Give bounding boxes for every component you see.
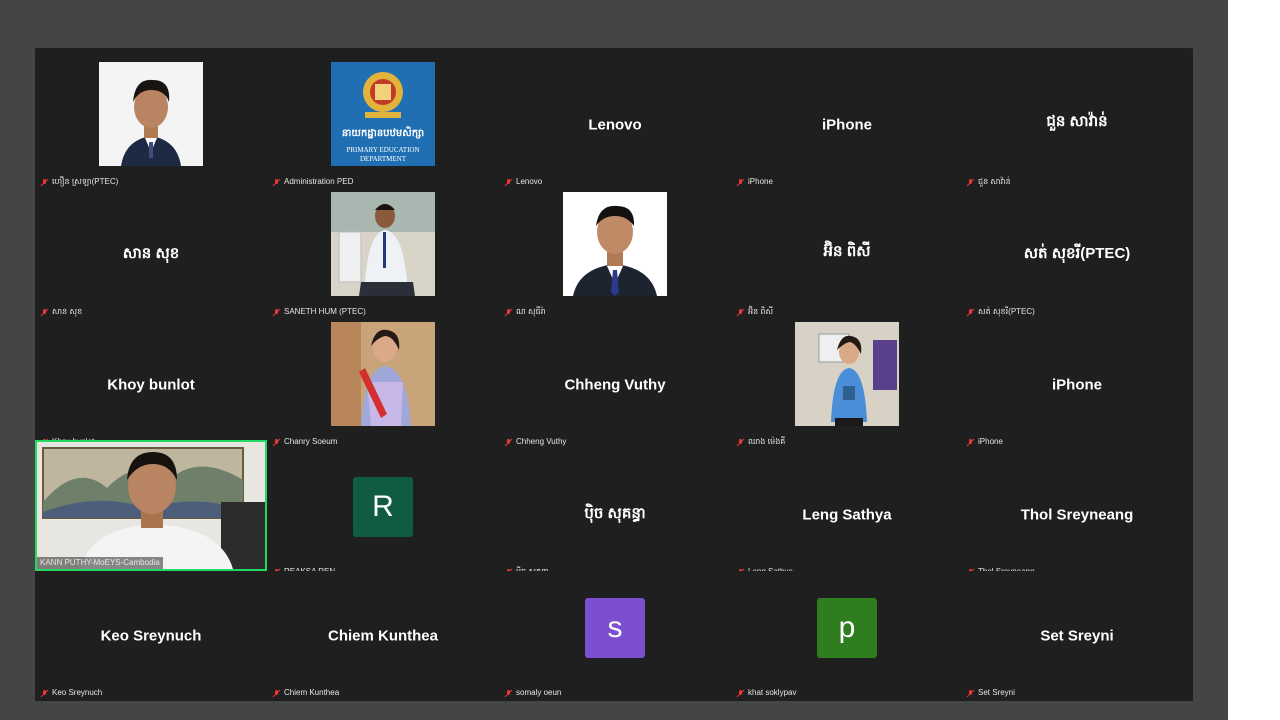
participant-tile[interactable]: Set Sreyni Set Sreyni [961, 571, 1193, 701]
participant-display-name: Set Sreyni [1040, 627, 1114, 645]
muted-microphone-icon [272, 689, 281, 698]
muted-microphone-icon [736, 308, 745, 317]
muted-microphone-icon [40, 308, 49, 317]
participant-tile[interactable]: សាន សុខ សាន សុខ [35, 190, 267, 320]
participant-tile[interactable]: s somaly oeun [499, 571, 731, 701]
participant-display-name: សត់ សុខរី(PTEC) [1023, 245, 1131, 262]
participant-display-name: Keo Sreynuch [100, 627, 202, 645]
participant-tile[interactable]: SANETH HUM (PTEC) [267, 190, 499, 320]
participant-tile[interactable]: Leng Sathya Leng Sathya [731, 450, 963, 580]
participant-name-tag: Administration PED [269, 176, 356, 188]
participant-tile[interactable]: Chanry Soeum [267, 320, 499, 450]
muted-microphone-icon [40, 689, 49, 698]
participant-tile[interactable]: Khoy bunlot Khoy bunlot [35, 320, 267, 450]
logo-khmer-text: នាយកដ្ឋានបឋមសិក្សា [341, 128, 425, 139]
participant-name-tag: Chheng Vuthy [501, 436, 569, 448]
participant-display-name: iPhone [1051, 376, 1102, 394]
participant-photo [331, 192, 435, 296]
participant-tile[interactable]: Chiem Kunthea Chiem Kunthea [267, 571, 499, 701]
participant-name-tag: Lenovo [501, 176, 545, 188]
participant-photo [563, 192, 667, 296]
participant-tile[interactable]: ហឿន ស្រឡា(PTEC) [35, 60, 267, 190]
muted-microphone-icon [272, 438, 281, 447]
muted-microphone-icon [736, 689, 745, 698]
participant-name-tag: ឈាង ម៉េងគី [733, 436, 788, 448]
participant-display-name: ប៉ិច សុគន្ធា [584, 505, 646, 522]
logo-english-line-1: PRIMARY EDUCATION [346, 146, 420, 154]
side-panel-edge [1228, 0, 1280, 720]
participant-tile[interactable]: ប៉ិច សុគន្ធា ប៉ិច សុគន្ធា [499, 450, 731, 580]
participant-name-tag: iPhone [963, 436, 1006, 448]
participant-tile[interactable]: Thol Sreyneang Thol Sreyneang [961, 450, 1193, 580]
logo-english-line-2: DEPARTMENT [360, 155, 406, 163]
participant-tile[interactable]: នាយកដ្ឋានបឋមសិក្សា PRIMARY EDUCATION DEP… [267, 60, 499, 190]
avatar: p [817, 598, 877, 658]
participant-tile[interactable]: Lenovo Lenovo [499, 60, 731, 190]
participant-photo [99, 62, 203, 166]
gallery-view: ហឿន ស្រឡា(PTEC) នាយកដ្ឋានបឋមសិក្សា PRIMA… [35, 48, 1193, 701]
participant-name-tag: ណ សុធីរ៉ា [501, 306, 549, 318]
participant-display-name: Chiem Kunthea [327, 627, 438, 645]
participant-name-tag: ជួន សាវ៉ាន់ [963, 176, 1014, 188]
participant-name-tag: Set Sreyni [963, 687, 1018, 699]
participant-name-tag: អ៊ិន ពិសី [733, 306, 776, 318]
participant-tile[interactable]: Keo Sreynuch Keo Sreynuch [35, 571, 267, 701]
avatar: R [353, 477, 413, 537]
muted-microphone-icon [272, 308, 281, 317]
participant-tile[interactable]: សត់ សុខរី(PTEC) សត់ សុខរី(PTEC) [961, 190, 1193, 320]
participant-tile[interactable]: p khat soklypav [731, 571, 963, 701]
participant-tile[interactable]: ឈាង ម៉េងគី [731, 320, 963, 450]
muted-microphone-icon [272, 178, 281, 187]
participant-name-tag: somaly oeun [501, 687, 564, 699]
muted-microphone-icon [504, 178, 513, 187]
participant-name-tag: Chiem Kunthea [269, 687, 342, 699]
muted-microphone-icon [40, 178, 49, 187]
muted-microphone-icon [966, 178, 975, 187]
muted-microphone-icon [504, 438, 513, 447]
participant-tile[interactable]: Chheng Vuthy Chheng Vuthy [499, 320, 731, 450]
participant-tile[interactable]: ជួន សាវ៉ាន់ ជួន សាវ៉ាន់ [961, 60, 1193, 190]
participant-tile[interactable]: iPhone iPhone [731, 60, 963, 190]
avatar: s [585, 598, 645, 658]
participant-name-tag: khat soklypav [733, 687, 799, 699]
muted-microphone-icon [736, 438, 745, 447]
participant-tile[interactable]: R REAKSA REN [267, 450, 499, 580]
participant-display-name: iPhone [821, 116, 872, 134]
participant-display-name: Lenovo [588, 116, 642, 134]
muted-microphone-icon [966, 689, 975, 698]
participant-photo [795, 322, 899, 426]
participant-video [37, 442, 265, 569]
participant-display-name: ជួន សាវ៉ាន់ [1046, 113, 1108, 130]
participant-name-tag: KANN PUTHY-MoEYS-Cambodia [37, 557, 163, 569]
participant-display-name: Chheng Vuthy [564, 376, 666, 394]
participant-display-name: អ៊ិន ពិសី [823, 243, 871, 260]
participant-name-tag: សាន សុខ [37, 306, 85, 318]
muted-microphone-icon [736, 178, 745, 187]
department-logo: នាយកដ្ឋានបឋមសិក្សា PRIMARY EDUCATION DEP… [331, 62, 435, 166]
participant-photo [331, 322, 435, 426]
participant-name-tag: ហឿន ស្រឡា(PTEC) [37, 176, 121, 188]
participant-display-name: Leng Sathya [802, 506, 892, 524]
participant-name-tag: សត់ សុខរី(PTEC) [963, 306, 1038, 318]
participant-name-tag: iPhone [733, 176, 776, 188]
participant-tile[interactable]: iPhone iPhone [961, 320, 1193, 450]
participant-display-name: សាន សុខ [122, 245, 180, 262]
muted-microphone-icon [504, 689, 513, 698]
participant-display-name: Thol Sreyneang [1020, 506, 1134, 524]
muted-microphone-icon [966, 308, 975, 317]
participant-name-tag: Keo Sreynuch [37, 687, 105, 699]
participant-name-tag: SANETH HUM (PTEC) [269, 306, 369, 318]
participant-tile[interactable]: អ៊ិន ពិសី អ៊ិន ពិសី [731, 190, 963, 320]
muted-microphone-icon [966, 438, 975, 447]
participant-tile[interactable]: ណ សុធីរ៉ា [499, 190, 731, 320]
muted-microphone-icon [504, 308, 513, 317]
participant-display-name: Khoy bunlot [107, 376, 195, 394]
active-speaker-video-tile[interactable]: KANN PUTHY-MoEYS-Cambodia [35, 440, 267, 571]
participant-name-tag: Chanry Soeum [269, 436, 340, 448]
